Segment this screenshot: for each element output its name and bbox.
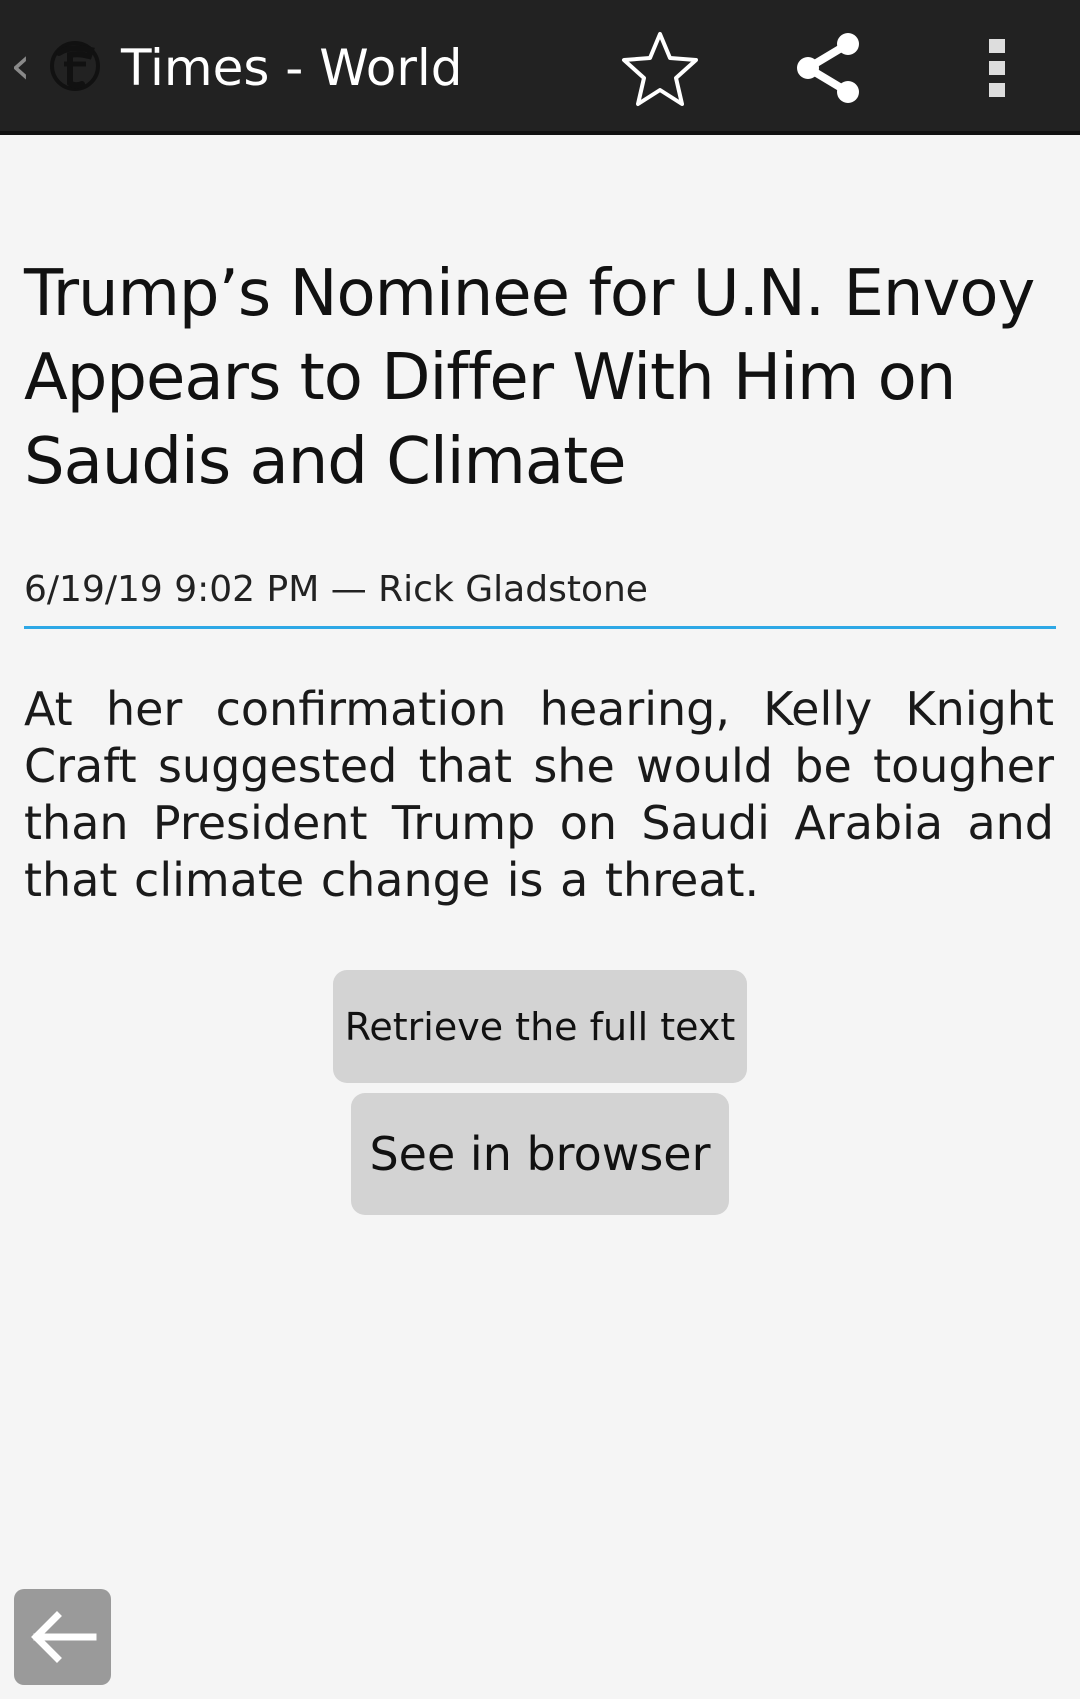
share-icon	[797, 33, 859, 103]
favorite-button[interactable]	[615, 28, 705, 108]
overflow-menu-button[interactable]	[952, 28, 1042, 108]
divider	[24, 626, 1056, 629]
article-date-author: 6/19/19 9:02 PM — Rick Gladstone	[24, 569, 648, 610]
star-icon	[622, 32, 698, 106]
nyt-t-logo-icon[interactable]	[50, 35, 100, 97]
app-title: Times - World	[121, 39, 463, 97]
article-headline: Trump’s Nominee for U.N. Envoy Appears t…	[24, 257, 1035, 499]
retrieve-full-text-button[interactable]: Retrieve the full text	[333, 970, 747, 1083]
app-bar: ‹ Times - World	[0, 0, 1080, 135]
see-in-browser-button[interactable]: See in browser	[351, 1093, 729, 1215]
chevron-left-icon[interactable]: ‹	[10, 38, 34, 94]
arrow-left-icon	[30, 1611, 96, 1663]
share-button[interactable]	[783, 28, 873, 108]
back-button[interactable]	[14, 1589, 111, 1685]
overflow-menu-icon	[989, 39, 1005, 97]
article-summary: At her confirmation hearing, Kelly Knigh…	[24, 682, 1054, 907]
